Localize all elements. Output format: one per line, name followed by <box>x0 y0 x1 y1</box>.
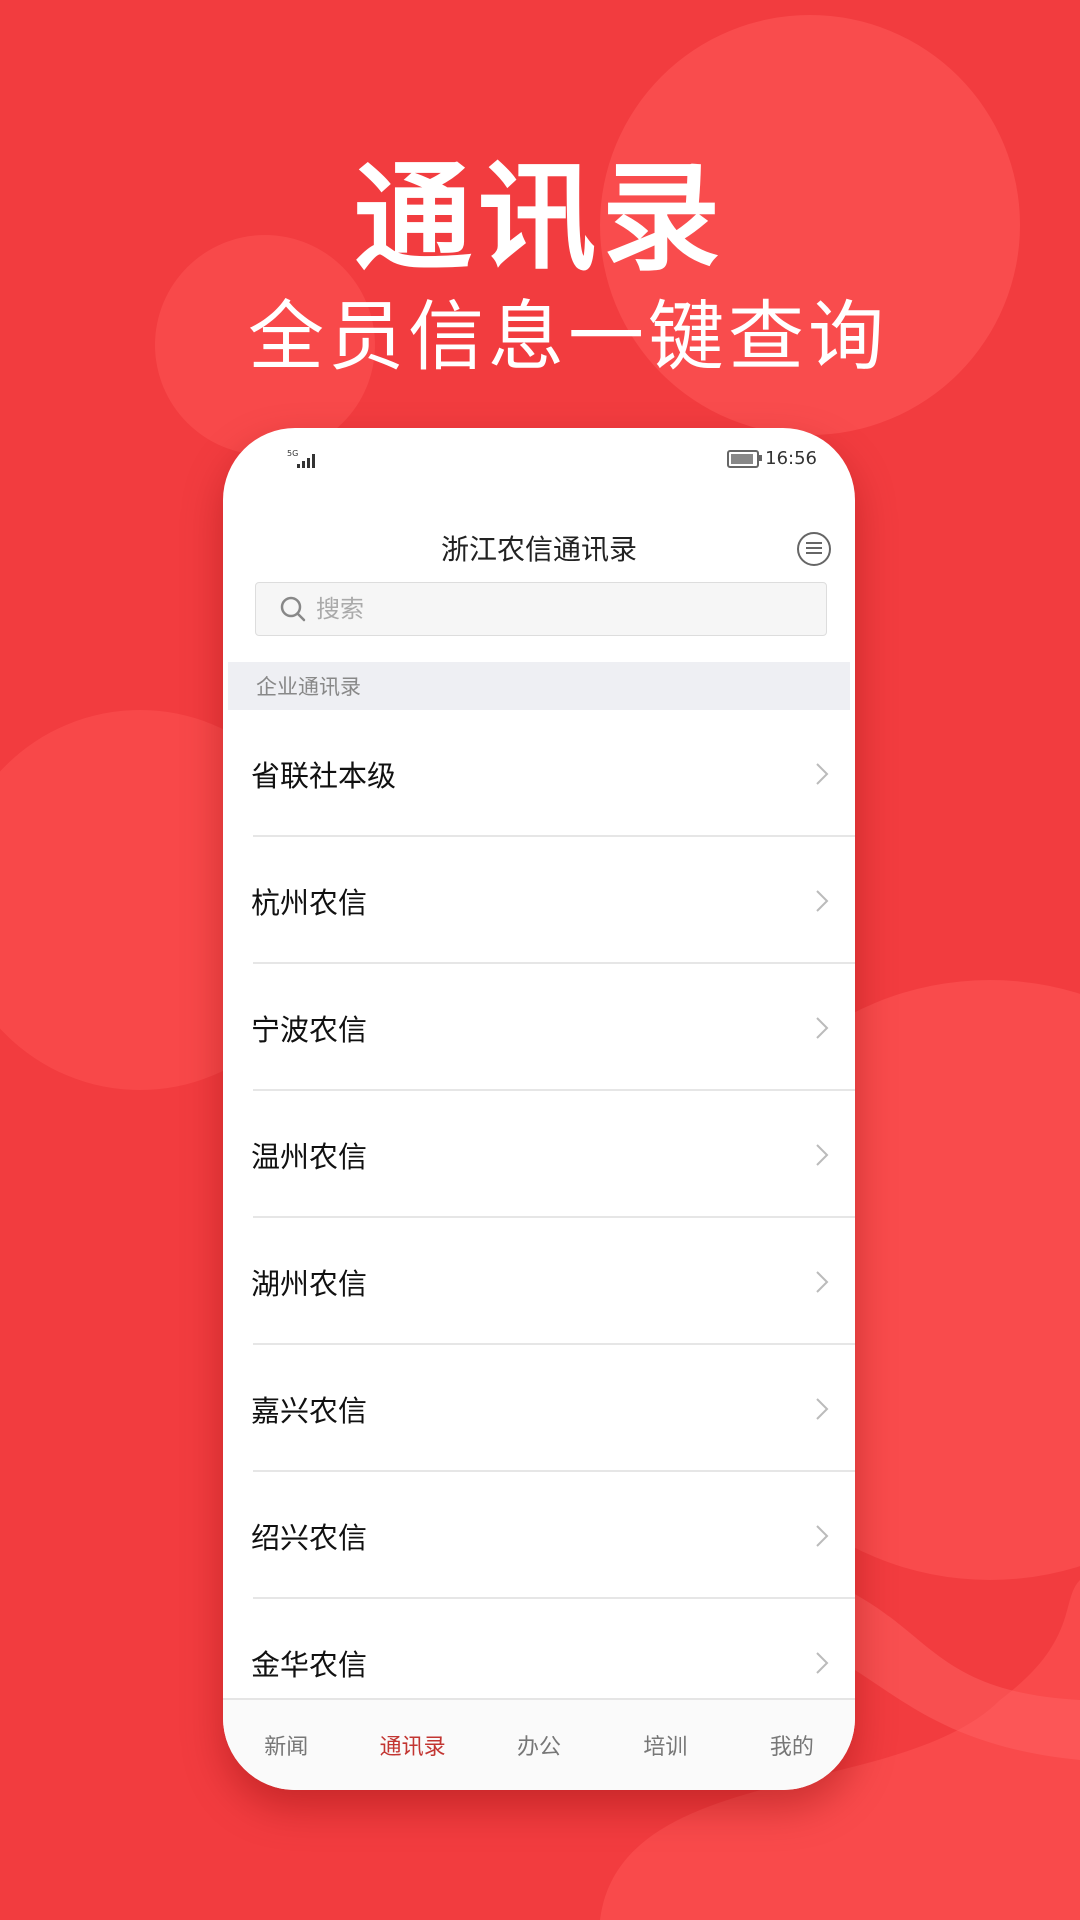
list-item[interactable]: 嘉兴农信 <box>223 1345 855 1472</box>
list-item-label: 省联社本级 <box>251 758 397 793</box>
list-item[interactable]: 绍兴农信 <box>223 1472 855 1599</box>
battery-icon <box>727 449 763 468</box>
chevron-right-icon <box>816 889 829 912</box>
list-item[interactable]: 杭州农信 <box>223 837 855 964</box>
tab-news[interactable]: 新闻 <box>223 1700 349 1790</box>
chevron-right-icon <box>816 762 829 785</box>
signal-icon: 5G <box>287 448 323 475</box>
list-item-label: 湖州农信 <box>251 1266 368 1301</box>
chevron-right-icon <box>816 1397 829 1420</box>
chevron-right-icon <box>816 1651 829 1674</box>
promo-title: 通讯录 <box>353 149 726 287</box>
section-header: 企业通讯录 <box>228 662 850 710</box>
list-item-label: 杭州农信 <box>251 885 368 920</box>
tab-contacts[interactable]: 通讯录 <box>349 1700 475 1790</box>
tab-me[interactable]: 我的 <box>729 1700 855 1790</box>
directory-list: 省联社本级 杭州农信 宁波农信 温州农信 湖州农信 嘉兴农信 绍兴农信 金华农信 <box>223 710 855 1726</box>
list-item[interactable]: 宁波农信 <box>223 964 855 1091</box>
search-bar[interactable] <box>255 582 827 636</box>
list-item[interactable]: 温州农信 <box>223 1091 855 1218</box>
chevron-right-icon <box>816 1143 829 1166</box>
list-item-label: 嘉兴农信 <box>251 1393 368 1428</box>
list-item-label: 宁波农信 <box>251 1012 368 1047</box>
phone-mockup: 5G 16:56 浙江农信通讯录 企业通讯录 省联社本级 <box>223 428 855 1790</box>
list-item[interactable]: 湖州农信 <box>223 1218 855 1345</box>
status-bar: 5G 16:56 <box>223 446 855 482</box>
tab-bar: 新闻 通讯录 办公 培训 我的 <box>223 1698 855 1790</box>
list-item[interactable]: 省联社本级 <box>223 710 855 837</box>
list-item-label: 金华农信 <box>251 1647 368 1682</box>
list-item-label: 温州农信 <box>251 1139 368 1174</box>
search-input[interactable] <box>314 594 798 624</box>
tab-office[interactable]: 办公 <box>476 1700 602 1790</box>
list-item-label: 绍兴农信 <box>251 1520 368 1555</box>
search-icon <box>280 596 306 622</box>
chevron-right-icon <box>816 1270 829 1293</box>
chevron-right-icon <box>816 1524 829 1547</box>
status-time: 16:56 <box>765 448 817 469</box>
svg-text:5G: 5G <box>287 449 298 458</box>
page-title: 浙江农信通讯录 <box>440 533 637 566</box>
promo-subtitle: 全员信息一键查询 <box>248 292 888 381</box>
tab-training[interactable]: 培训 <box>602 1700 728 1790</box>
chevron-right-icon <box>816 1016 829 1039</box>
menu-icon[interactable] <box>797 532 831 566</box>
